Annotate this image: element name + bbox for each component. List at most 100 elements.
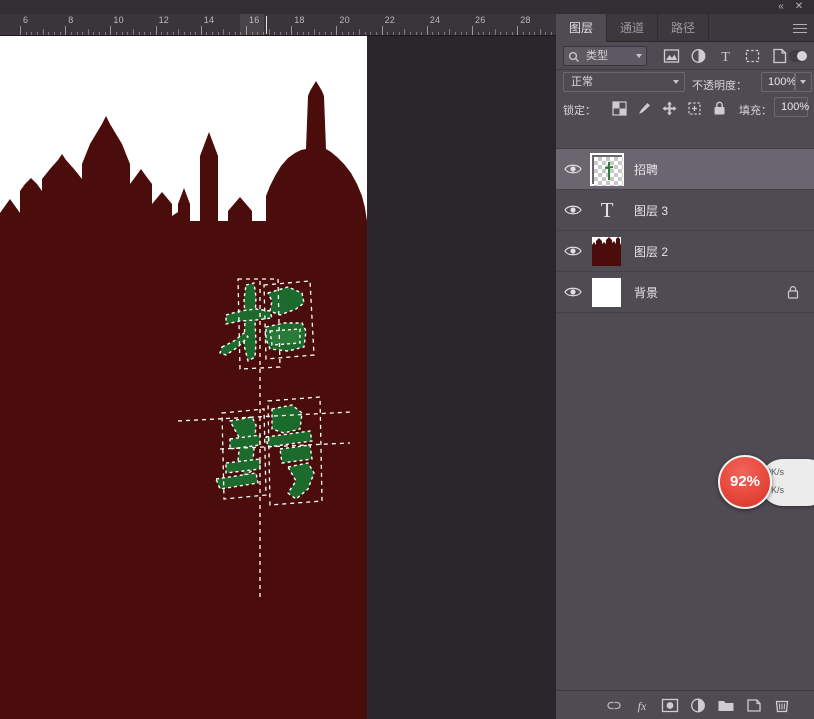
ruler-tick-major — [472, 26, 473, 35]
lock-all-icon[interactable] — [711, 100, 728, 117]
blend-mode-row[interactable]: 正常 不透明度： 100% — [556, 70, 814, 96]
lock-icon[interactable] — [786, 285, 800, 300]
filter-kind-dropdown[interactable]: 类型 — [563, 46, 647, 66]
ruler-tick-minor — [77, 32, 78, 35]
ruler-tick-minor — [235, 32, 236, 35]
link-layers-icon[interactable] — [604, 696, 624, 715]
layer-row-zhaopin[interactable]: 招聘 — [556, 149, 814, 190]
pixel-layer-filter-icon[interactable] — [662, 47, 681, 65]
close-panel-icon[interactable]: ✕ — [792, 1, 806, 13]
ruler-tick-minor — [534, 32, 535, 35]
eye-visibility-icon[interactable] — [564, 202, 582, 218]
lock-image-pixels-icon[interactable] — [636, 100, 653, 117]
ruler-tick-minor — [127, 32, 128, 35]
ruler-tick-minor — [167, 32, 168, 35]
ruler-tick-minor — [495, 29, 496, 35]
ruler-tick-minor — [478, 32, 479, 35]
layer-name[interactable]: 招聘 — [634, 161, 658, 178]
ruler-tick-minor — [523, 32, 524, 35]
ruler-label: 26 — [475, 15, 485, 25]
filter-toggle-switch[interactable] — [787, 46, 809, 66]
eye-visibility-icon[interactable] — [564, 243, 582, 259]
layer-name[interactable]: 背景 — [634, 284, 658, 301]
ruler-label: 6 — [23, 15, 28, 25]
ruler-tick-minor — [551, 32, 552, 35]
panel-menu-icon[interactable] — [792, 21, 808, 35]
ruler-tick-minor — [393, 32, 394, 35]
lock-row[interactable]: 锁定： 填充： 100% — [556, 96, 814, 122]
layer-thumbnail[interactable]: T — [590, 194, 624, 227]
new-layer-icon[interactable] — [744, 696, 764, 715]
ruler-tick-minor — [365, 32, 366, 35]
adjustment-layer-filter-icon[interactable] — [689, 47, 708, 65]
artboard[interactable] — [0, 36, 367, 719]
lock-position-icon[interactable] — [661, 100, 678, 117]
ruler-tick-minor — [432, 32, 433, 35]
ruler-tick-major — [427, 26, 428, 35]
fill-input[interactable]: 100% — [774, 97, 808, 117]
add-layer-mask-icon[interactable] — [660, 696, 680, 715]
delete-layer-icon[interactable] — [772, 696, 792, 715]
blend-mode-value: 正常 — [571, 76, 593, 88]
layer-filter-row[interactable]: 类型 T — [556, 42, 814, 70]
ruler-tick-major — [336, 26, 337, 35]
panel-tabbar[interactable]: 图层 通道 路径 — [556, 14, 814, 42]
ruler-tick-minor — [274, 32, 275, 35]
ruler-tick-minor — [82, 32, 83, 35]
ruler-tick-major — [110, 26, 111, 35]
selected-calligraphy-text[interactable] — [160, 271, 350, 601]
type-layer-filter-icon[interactable]: T — [716, 47, 735, 65]
tab-channels[interactable]: 通道 — [607, 14, 658, 42]
layer-thumbnail[interactable] — [590, 276, 624, 309]
layer-row-type-3[interactable]: T 图层 3 — [556, 190, 814, 231]
ruler-tick-minor — [376, 32, 377, 35]
ruler-tick-minor — [88, 29, 89, 35]
ruler-tick-minor — [455, 32, 456, 35]
ruler-tick-minor — [461, 32, 462, 35]
ruler-tick-minor — [529, 32, 530, 35]
chevron-down-icon[interactable] — [673, 80, 679, 84]
layers-panel-toolbar[interactable]: fx — [556, 690, 814, 719]
layer-thumbnail[interactable] — [590, 235, 624, 268]
lock-transparent-pixels-icon[interactable] — [611, 100, 628, 117]
panel-titlebar[interactable]: « ✕ — [556, 0, 814, 14]
blend-mode-dropdown[interactable]: 正常 — [563, 72, 685, 92]
eye-visibility-icon[interactable] — [564, 284, 582, 300]
chevron-down-icon[interactable] — [636, 54, 642, 58]
layers-list[interactable]: 招聘 T 图层 3 — [556, 148, 814, 690]
ruler-tick-minor — [359, 29, 360, 35]
ruler-label: 14 — [204, 15, 214, 25]
ruler-tick-minor — [161, 32, 162, 35]
ruler-tick-minor — [303, 32, 304, 35]
layer-style-fx-icon[interactable]: fx — [632, 696, 652, 715]
ruler-tick-minor — [286, 32, 287, 35]
progress-percent-badge[interactable]: 92% — [718, 455, 772, 509]
horizontal-ruler[interactable]: 6810121416182022242628 — [0, 14, 556, 36]
tab-paths[interactable]: 路径 — [658, 14, 709, 42]
ruler-tick-minor — [144, 32, 145, 35]
layer-name[interactable]: 图层 2 — [634, 243, 668, 260]
eye-visibility-icon[interactable] — [564, 161, 582, 177]
ruler-tick-minor — [60, 32, 61, 35]
layer-name[interactable]: 图层 3 — [634, 202, 668, 219]
opacity-stepper[interactable] — [795, 72, 812, 92]
layer-row-background[interactable]: 背景 — [556, 272, 814, 313]
ruler-tick-minor — [133, 29, 134, 35]
opacity-input[interactable]: 100% — [761, 72, 795, 92]
layer-thumbnail[interactable] — [590, 153, 624, 186]
layer-row-skyline-2[interactable]: 图层 2 — [556, 231, 814, 272]
new-adjustment-layer-icon[interactable] — [688, 696, 708, 715]
photoshop-window: 6810121416182022242628 — [0, 0, 814, 719]
ruler-tick-minor — [218, 32, 219, 35]
ruler-cursor-band — [240, 14, 264, 36]
shape-layer-filter-icon[interactable] — [743, 47, 762, 65]
tab-layers[interactable]: 图层 — [556, 14, 607, 42]
layers-panel[interactable]: « ✕ 图层 通道 路径 类型 — [556, 0, 814, 719]
ruler-label: 8 — [68, 15, 73, 25]
canvas-workspace[interactable] — [0, 36, 556, 719]
layer-thumbnail-image — [592, 278, 621, 307]
lock-artboard-nesting-icon[interactable] — [686, 100, 703, 117]
ruler-tick-minor — [116, 32, 117, 35]
new-group-icon[interactable] — [716, 696, 736, 715]
collapse-panel-icon[interactable]: « — [774, 1, 788, 13]
